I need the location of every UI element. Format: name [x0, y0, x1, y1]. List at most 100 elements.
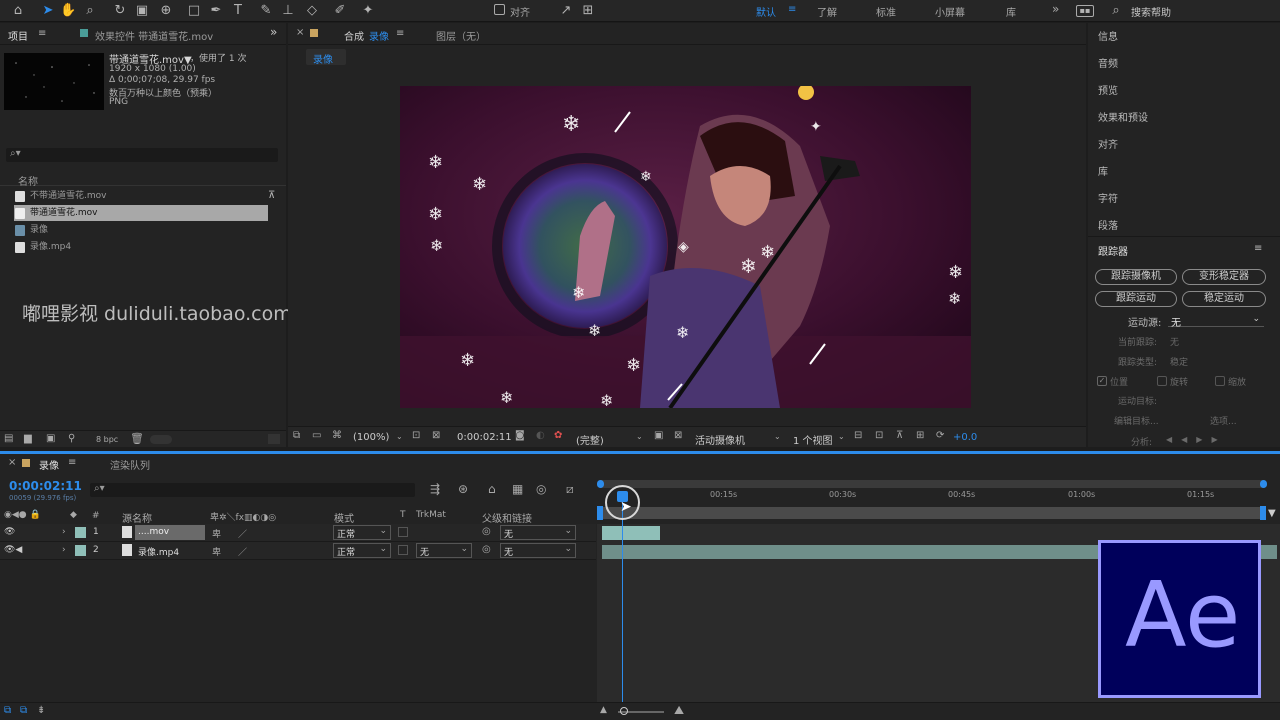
layer-row-1[interactable]: 👁 › 1 ....mov 卑 ／ 正常 ⌄ ◎ 无 ⌄: [0, 524, 596, 542]
visibility-audio-icon[interactable]: 👁◀: [4, 545, 22, 555]
text-tool-icon[interactable]: T: [230, 3, 246, 19]
project-item-2-selected[interactable]: 带通道雪花.mov: [14, 205, 268, 221]
trkmat-select[interactable]: 无 ⌄: [416, 543, 472, 558]
flowchart-icon[interactable]: ⊼: [896, 430, 903, 441]
hand-tool-icon[interactable]: ✋: [60, 3, 76, 19]
bit-depth-label[interactable]: 8 bpc: [96, 435, 118, 444]
tab-layer-viewer[interactable]: 图层（无）: [436, 28, 486, 43]
zoom-dropdown[interactable]: (100%): [353, 432, 389, 443]
comp-mini-flowchart-icon[interactable]: ⇶: [430, 482, 440, 496]
close-tab-icon[interactable]: ×: [296, 27, 304, 38]
source-name-header[interactable]: 源名称: [122, 510, 152, 525]
workspace-learn[interactable]: 了解: [817, 4, 837, 19]
expand-chevron-icon[interactable]: ›: [62, 545, 66, 555]
layer-name-field[interactable]: ....mov: [135, 525, 205, 540]
quality-switch-icon[interactable]: ／: [238, 545, 247, 558]
track-type-value[interactable]: 稳定: [1170, 355, 1188, 368]
zoom-slider-thumb[interactable]: [620, 707, 628, 715]
always-preview-icon[interactable]: ⧉: [293, 430, 300, 441]
motion-source-select[interactable]: 无 ⌄: [1168, 312, 1264, 329]
layer-row-2[interactable]: 👁◀ › 2 录像.mp4 卑 ／ 正常 ⌄ 无 ⌄ ◎ 无 ⌄: [0, 542, 596, 560]
camera-dropdown[interactable]: 活动摄像机: [695, 432, 745, 447]
project-menu-icon[interactable]: ≡: [38, 28, 46, 39]
viewer-timecode[interactable]: 0:00:02:11: [457, 432, 512, 443]
snapshot-icon[interactable]: ◙: [515, 430, 525, 441]
parent-header[interactable]: 父级和链接: [482, 510, 532, 525]
analyze-controls-icon[interactable]: ◀◀▶▶: [1166, 435, 1227, 444]
tab-composition-prefix[interactable]: 合成: [344, 28, 364, 43]
resize-grip[interactable]: [268, 434, 280, 444]
work-area-end-handle[interactable]: [1260, 506, 1266, 520]
tab-render-queue[interactable]: 渲染队列: [110, 457, 150, 472]
options-button[interactable]: 选项...: [1210, 414, 1237, 427]
work-area-start-handle[interactable]: [597, 506, 603, 520]
parent-pickwhip-icon[interactable]: ◎: [482, 526, 491, 537]
playhead-line[interactable]: [622, 500, 623, 702]
expand-chevron-icon[interactable]: ›: [62, 527, 66, 537]
reset-exposure-icon[interactable]: ⊞: [916, 430, 924, 441]
layer-name[interactable]: 录像.mp4: [138, 545, 179, 558]
toggle-transparency-icon[interactable]: ⊠: [674, 430, 682, 441]
pen-tool-icon[interactable]: ✒: [208, 3, 224, 19]
av-features-icon[interactable]: ◉◀● 🔒: [4, 510, 41, 520]
zoom-dropdown-chevron-icon[interactable]: ⌄: [396, 432, 403, 441]
label-icon[interactable]: ◆: [70, 510, 77, 520]
visibility-icon[interactable]: 👁: [4, 527, 15, 537]
mode-header[interactable]: 模式: [334, 510, 354, 525]
blend-mode-select[interactable]: 正常 ⌄: [333, 525, 391, 540]
project-item-3[interactable]: 录像: [14, 222, 268, 238]
delete-icon[interactable]: 🗑: [130, 432, 144, 445]
warp-stabilizer-button[interactable]: 变形稳定器: [1182, 269, 1266, 285]
views-dropdown[interactable]: 1 个视图: [793, 432, 833, 447]
composition-viewer[interactable]: ❄ ❄ ❄ ❄ ❄ ❄ ❄ ❄ ❄ ❄ ❄ ❄ ❄ ❄ ❄ ❄ ❄ ✦ ◈: [400, 86, 971, 408]
workspace-standard[interactable]: 标准: [876, 4, 896, 19]
blend-mode-select[interactable]: 正常 ⌄: [333, 543, 391, 558]
thumbnail-slider[interactable]: [150, 435, 172, 444]
rectangle-tool-icon[interactable]: □: [186, 3, 202, 19]
flowchart-icon[interactable]: ⊼: [268, 190, 275, 201]
panel-preview[interactable]: 预览: [1098, 82, 1118, 97]
panel-libraries[interactable]: 库: [1098, 163, 1108, 178]
time-ruler[interactable]: [597, 488, 1267, 506]
project-item-1[interactable]: 不带通道雪花.mov: [14, 188, 268, 204]
zoom-in-icon[interactable]: ⛰: [674, 703, 684, 718]
panel-info[interactable]: 信息: [1098, 28, 1118, 43]
new-comp-icon[interactable]: ▣: [46, 433, 55, 444]
vr-icon[interactable]: ▭: [312, 430, 321, 441]
panel-effects-presets[interactable]: 效果和预设: [1098, 109, 1148, 124]
eraser-tool-icon[interactable]: ◇: [304, 3, 320, 19]
work-area-bar[interactable]: [600, 507, 1262, 519]
more-workspaces-icon[interactable]: »: [1052, 2, 1059, 16]
rotation-checkbox[interactable]: [1157, 376, 1167, 386]
track-camera-button[interactable]: 跟踪摄像机: [1095, 269, 1177, 285]
timeline-menu-icon[interactable]: ≡: [68, 457, 76, 468]
resolution-chevron-icon[interactable]: ⌄: [636, 432, 643, 441]
trkmat-header[interactable]: TrkMat: [416, 510, 446, 520]
timeline-timecode[interactable]: 0:00:02:11: [9, 479, 82, 493]
time-navigator[interactable]: [597, 480, 1267, 488]
timeline-search-input[interactable]: ⌕▾: [90, 483, 415, 497]
navigator-end-handle[interactable]: [1260, 480, 1267, 488]
exposure-icon[interactable]: ⟳: [936, 430, 944, 441]
fast-previews-icon[interactable]: ▣: [654, 430, 663, 441]
edit-target-button[interactable]: 编辑目标...: [1114, 414, 1159, 427]
workspace-libraries[interactable]: 库: [1006, 4, 1016, 19]
search-icon[interactable]: ⌕: [1108, 3, 1124, 19]
resolution-dropdown[interactable]: (完整): [576, 432, 604, 447]
frame-blending-icon[interactable]: ▦: [512, 482, 523, 496]
shy-switch-icon[interactable]: 卑: [212, 527, 221, 540]
stabilize-motion-button[interactable]: 稳定运动: [1182, 291, 1266, 307]
align-checkbox[interactable]: [494, 4, 505, 15]
track-motion-button[interactable]: 跟踪运动: [1095, 291, 1177, 307]
transfer-controls-icon[interactable]: ⧉: [20, 705, 27, 716]
interpret-footage-icon[interactable]: ▤: [4, 433, 13, 444]
layer-label-color[interactable]: [75, 527, 86, 538]
new-folder-icon[interactable]: ▆: [24, 433, 32, 444]
preserve-transparency-checkbox[interactable]: [398, 527, 408, 537]
puppet-tool-icon[interactable]: ✦: [360, 3, 376, 19]
graph-editor-icon[interactable]: ⧄: [566, 482, 574, 497]
comp-button-icon[interactable]: ▼: [1268, 508, 1276, 519]
home-icon[interactable]: ⌂: [10, 3, 26, 19]
layer-label-color[interactable]: [75, 545, 86, 556]
name-column-header[interactable]: 名称: [18, 173, 38, 188]
